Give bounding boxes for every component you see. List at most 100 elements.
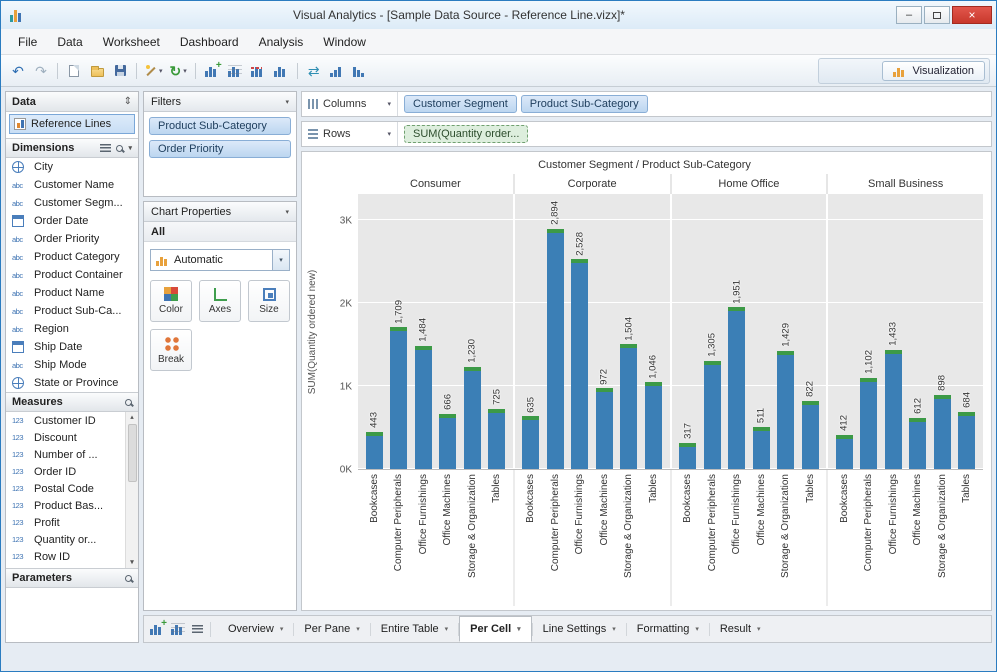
sort-descending-button[interactable] xyxy=(349,60,371,82)
dimension-item[interactable]: City xyxy=(6,158,138,176)
measure-item[interactable]: 123Postal Code xyxy=(6,480,125,497)
dimension-item[interactable]: abcProduct Container xyxy=(6,266,138,284)
refresh-button[interactable]: ↻▾ xyxy=(167,60,190,82)
dimension-item[interactable]: Order Date xyxy=(6,212,138,230)
menu-worksheet[interactable]: Worksheet xyxy=(94,31,169,53)
bar[interactable] xyxy=(488,409,505,469)
bar[interactable] xyxy=(728,307,745,469)
new-button[interactable] xyxy=(63,60,85,82)
bar[interactable] xyxy=(645,382,662,469)
bar[interactable] xyxy=(366,432,383,469)
bar[interactable] xyxy=(860,378,877,469)
bar[interactable] xyxy=(753,427,770,469)
bar[interactable] xyxy=(596,388,613,469)
tab-per-pane[interactable]: Per Pane▾ xyxy=(294,616,369,642)
bar[interactable] xyxy=(679,443,696,469)
columns-shelf-label[interactable]: Columns ▾ xyxy=(302,92,398,116)
tab-overview[interactable]: Overview▾ xyxy=(218,616,293,642)
chart-type-select[interactable]: Automatic ▾ xyxy=(150,249,290,271)
filter-pill[interactable]: Order Priority xyxy=(149,140,291,158)
tab-per-cell[interactable]: Per Cell▾ xyxy=(459,616,531,642)
grid-chart-button[interactable] xyxy=(224,60,246,82)
format-tools-button[interactable]: ▾ xyxy=(142,60,166,82)
dimension-item[interactable]: abcShip Mode xyxy=(6,356,138,374)
dimension-item[interactable]: abcCustomer Segm... xyxy=(6,194,138,212)
scrollbar[interactable]: ▴ ▾ xyxy=(125,412,138,568)
tab-entire-table[interactable]: Entire Table▾ xyxy=(371,616,458,642)
menu-data[interactable]: Data xyxy=(48,31,91,53)
dimension-item[interactable]: abcProduct Name xyxy=(6,284,138,302)
close-button[interactable]: × xyxy=(952,6,992,24)
color-button[interactable]: Color xyxy=(150,280,192,322)
redo-button[interactable]: ↷ xyxy=(30,60,52,82)
bar[interactable] xyxy=(704,361,721,469)
measure-item[interactable]: 123Product Bas... xyxy=(6,497,125,514)
filter-pill[interactable]: Product Sub-Category xyxy=(149,117,291,135)
measure-item[interactable]: 123Profit xyxy=(6,514,125,531)
dimension-item[interactable]: State or Province xyxy=(6,374,138,392)
menu-analysis[interactable]: Analysis xyxy=(250,31,313,53)
sort-ascending-button[interactable] xyxy=(326,60,348,82)
rows-shelf-label[interactable]: Rows ▾ xyxy=(302,122,398,146)
menu-window[interactable]: Window xyxy=(314,31,375,53)
bar[interactable] xyxy=(547,229,564,469)
menu-dashboard[interactable]: Dashboard xyxy=(171,31,248,53)
visualization-button[interactable]: Visualization xyxy=(882,61,985,81)
tab-result[interactable]: Result▾ xyxy=(710,616,771,642)
sort-updown-icon[interactable]: ⇕ xyxy=(124,96,132,107)
bar[interactable] xyxy=(958,412,975,469)
bar[interactable] xyxy=(464,367,481,469)
menu-file[interactable]: File xyxy=(9,31,46,53)
dimension-item[interactable]: Ship Date xyxy=(6,338,138,356)
break-button[interactable]: Break xyxy=(150,329,192,371)
open-button[interactable] xyxy=(86,60,108,82)
chevron-down-icon[interactable]: ▾ xyxy=(128,144,132,152)
measure-item[interactable]: 123Number of ... xyxy=(6,446,125,463)
maximize-button[interactable] xyxy=(924,6,950,24)
data-source-item[interactable]: Reference Lines xyxy=(9,114,135,134)
size-button[interactable]: Size xyxy=(248,280,290,322)
bar[interactable] xyxy=(836,435,853,469)
save-button[interactable] xyxy=(109,60,131,82)
dimension-item[interactable]: abcProduct Category xyxy=(6,248,138,266)
dimension-item[interactable]: abcRegion xyxy=(6,320,138,338)
axes-button[interactable]: Axes xyxy=(199,280,241,322)
tab-formatting[interactable]: Formatting▾ xyxy=(627,616,709,642)
bar[interactable] xyxy=(415,346,432,469)
list-view-icon[interactable] xyxy=(100,144,111,152)
measure-item[interactable]: 123Discount xyxy=(6,429,125,446)
bar[interactable] xyxy=(777,351,794,469)
add-chart-icon[interactable] xyxy=(150,623,164,635)
dimension-item[interactable]: abcCustomer Name xyxy=(6,176,138,194)
scroll-down-icon[interactable]: ▾ xyxy=(130,558,134,567)
search-icon[interactable] xyxy=(125,575,132,582)
chart-properties-header[interactable]: Chart Properties ▾ xyxy=(144,202,296,222)
grid-chart-icon[interactable] xyxy=(171,623,185,635)
add-chart-button[interactable] xyxy=(201,60,223,82)
measure-item[interactable]: 123Customer ID xyxy=(6,412,125,429)
measure-item[interactable]: 123Row ID xyxy=(6,548,125,565)
column-pill[interactable]: Customer Segment xyxy=(404,95,517,113)
marker-chart-button[interactable] xyxy=(247,60,269,82)
dimension-item[interactable]: abcProduct Sub-Ca... xyxy=(6,302,138,320)
bar[interactable] xyxy=(571,259,588,469)
list-view-icon[interactable] xyxy=(192,625,203,633)
undo-button[interactable]: ↶ xyxy=(7,60,29,82)
bar[interactable] xyxy=(439,414,456,469)
tab-line-settings[interactable]: Line Settings▾ xyxy=(533,616,626,642)
bar[interactable] xyxy=(885,350,902,469)
column-pill[interactable]: Product Sub-Category xyxy=(521,95,648,113)
minimize-button[interactable]: – xyxy=(896,6,922,24)
search-icon[interactable] xyxy=(116,145,123,152)
bar[interactable] xyxy=(802,401,819,469)
measure-item[interactable]: 123Order ID xyxy=(6,463,125,480)
filters-header[interactable]: Filters ▾ xyxy=(144,92,296,112)
scroll-up-icon[interactable]: ▴ xyxy=(130,413,134,422)
row-pill[interactable]: SUM(Quantity order... xyxy=(404,125,528,143)
swap-axes-button[interactable]: ⇄ xyxy=(303,60,325,82)
bar[interactable] xyxy=(390,327,407,469)
bar[interactable] xyxy=(620,344,637,469)
measure-item[interactable]: 123Quantity or... xyxy=(6,531,125,548)
bar[interactable] xyxy=(909,418,926,469)
search-icon[interactable] xyxy=(125,399,132,406)
